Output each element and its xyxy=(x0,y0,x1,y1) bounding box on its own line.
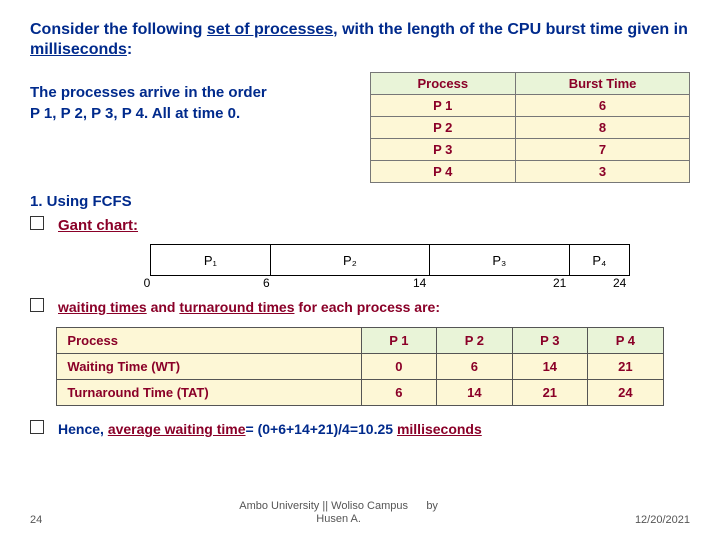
process-table: Process Burst Time P 1 6 P 2 8 P 3 7 xyxy=(370,72,691,183)
wt-text: waiting times and turnaround times for e… xyxy=(58,299,440,315)
wt-underline-1: waiting times xyxy=(58,299,147,315)
table-row: P 2 8 xyxy=(370,117,690,139)
col-hdr: P 1 xyxy=(361,328,436,354)
conclusion-hence: Hence, xyxy=(58,421,108,437)
gantt-segment: P₂ xyxy=(271,245,430,275)
gantt-row: P₁P₂P₃P₄ xyxy=(150,244,630,276)
title-colon: : xyxy=(127,41,132,58)
footer-line1: Ambo University || Woliso Campus xyxy=(239,500,408,512)
gantt-segment: P₄ xyxy=(570,245,630,275)
gantt-tick: 24 xyxy=(570,276,630,290)
title-text-2: , with the length of the CPU burst time … xyxy=(333,21,688,38)
cell: P 3 xyxy=(370,139,516,161)
table-row: Waiting Time (WT) 0 6 14 21 xyxy=(57,354,663,380)
slide-title: Consider the following set of processes,… xyxy=(30,20,690,60)
bullet-gantt: Gant chart: xyxy=(30,214,690,234)
conclusion-avg: average waiting time xyxy=(108,421,246,437)
gantt-segment: P₁ xyxy=(151,245,271,275)
arrival-line-2: P 1, P 2, P 3, P 4. All at time 0. xyxy=(30,103,350,124)
cell: 14 xyxy=(512,354,587,380)
gantt-tick: 6 xyxy=(150,276,270,290)
slide: Consider the following set of processes,… xyxy=(0,0,720,540)
metrics-table: Process P 1 P 2 P 3 P 4 Waiting Time (WT… xyxy=(56,327,663,406)
col-hdr: P 3 xyxy=(512,328,587,354)
title-underline-2: milliseconds xyxy=(30,41,127,58)
body-row: The processes arrive in the order P 1, P… xyxy=(30,72,690,183)
section-heading: 1. Using FCFS xyxy=(30,193,690,210)
checkbox-icon xyxy=(30,216,44,230)
footer-center: Ambo University || Woliso Campus by Huse… xyxy=(42,500,635,526)
conclusion-eq: = (0+6+14+21)/4=10.25 xyxy=(246,421,397,437)
waiting-times-intro: waiting times and turnaround times for e… xyxy=(30,296,690,315)
gantt-tick: 14 xyxy=(270,276,430,290)
checkbox-icon xyxy=(30,420,44,434)
arrival-line-1: The processes arrive in the order xyxy=(30,82,350,103)
wt-underline-2: turnaround times xyxy=(179,299,294,315)
conclusion-text: Hence, average waiting time= (0+6+14+21)… xyxy=(58,421,482,437)
conclusion-unit: milliseconds xyxy=(397,421,482,437)
bullet-label: Gant chart: xyxy=(58,217,138,234)
gantt-tick: 21 xyxy=(430,276,570,290)
cell: 21 xyxy=(512,380,587,406)
col-hdr: P 4 xyxy=(588,328,664,354)
col-process: Process xyxy=(370,73,516,95)
conclusion: Hence, average waiting time= (0+6+14+21)… xyxy=(30,418,690,437)
table-row: Turnaround Time (TAT) 6 14 21 24 xyxy=(57,380,663,406)
col-hdr: Process xyxy=(57,328,361,354)
footer-by: by xyxy=(426,500,438,512)
table-row: P 1 6 xyxy=(370,95,690,117)
cell: 21 xyxy=(588,354,664,380)
cell: P 1 xyxy=(370,95,516,117)
col-burst: Burst Time xyxy=(516,73,690,95)
cell: 6 xyxy=(437,354,512,380)
row-label: Waiting Time (WT) xyxy=(57,354,361,380)
title-underline-1: set of processes xyxy=(207,21,333,38)
title-text-1: Consider the following xyxy=(30,21,207,38)
cell: 3 xyxy=(516,161,690,183)
table-row: P 3 7 xyxy=(370,139,690,161)
gantt-time-axis: 06142124 xyxy=(150,276,630,290)
cell: P 4 xyxy=(370,161,516,183)
row-label: Turnaround Time (TAT) xyxy=(57,380,361,406)
cell: 7 xyxy=(516,139,690,161)
cell: 6 xyxy=(516,95,690,117)
gantt-segment: P₃ xyxy=(430,245,570,275)
checkbox-icon xyxy=(30,298,44,312)
cell: 24 xyxy=(588,380,664,406)
wt-post: for each process are: xyxy=(294,299,440,315)
table-header-row: Process P 1 P 2 P 3 P 4 xyxy=(57,328,663,354)
col-hdr: P 2 xyxy=(437,328,512,354)
footer-date: 12/20/2021 xyxy=(635,514,690,526)
arrival-text: The processes arrive in the order P 1, P… xyxy=(30,72,350,183)
footer: 24 Ambo University || Woliso Campus by H… xyxy=(30,500,690,526)
page-number: 24 xyxy=(30,514,42,526)
cell: 14 xyxy=(437,380,512,406)
footer-line2: Husen A. xyxy=(316,513,361,525)
cell: 8 xyxy=(516,117,690,139)
cell: 0 xyxy=(361,354,436,380)
gantt-chart: P₁P₂P₃P₄ 06142124 xyxy=(150,244,630,290)
cell: P 2 xyxy=(370,117,516,139)
table-row: P 4 3 xyxy=(370,161,690,183)
table-header-row: Process Burst Time xyxy=(370,73,690,95)
wt-mid: and xyxy=(147,299,180,315)
cell: 6 xyxy=(361,380,436,406)
